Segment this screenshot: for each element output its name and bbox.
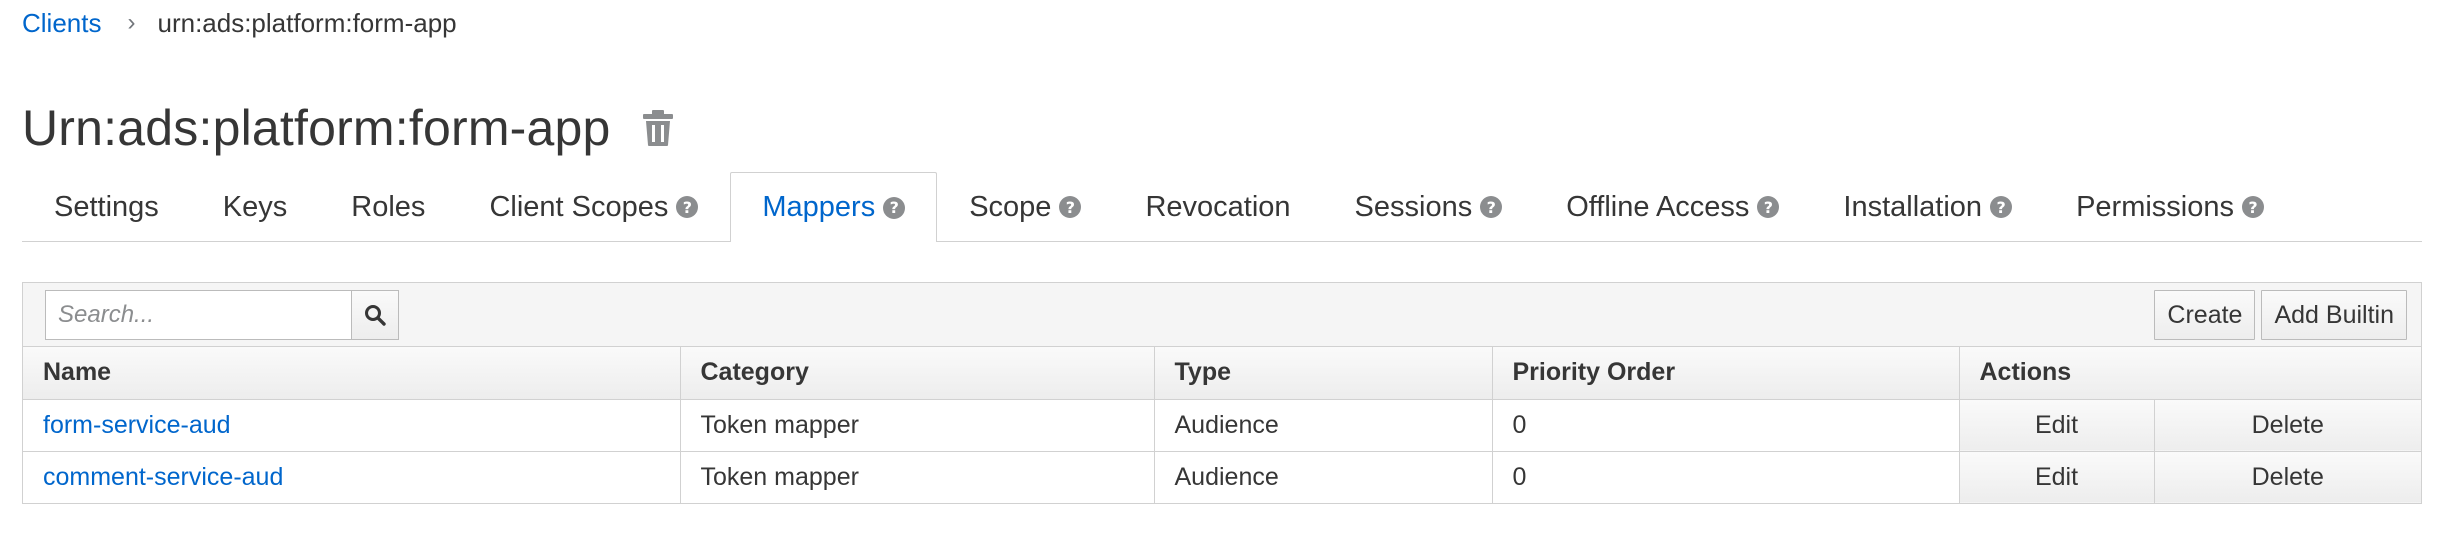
column-header-type[interactable]: Type	[1154, 347, 1493, 400]
tab-scope[interactable]: Scope?	[937, 172, 1113, 241]
tab-permissions[interactable]: Permissions?	[2044, 172, 2296, 241]
edit-button[interactable]: Edit	[1959, 399, 2155, 452]
mapper-name-link[interactable]: comment-service-aud	[43, 463, 283, 491]
tab-roles[interactable]: Roles	[319, 172, 457, 241]
table-row: comment-service-aud Token mapper Audience 0…	[23, 451, 2421, 503]
search-button[interactable]	[351, 290, 399, 340]
priority-cell: 0	[1492, 399, 1960, 452]
help-icon[interactable]: ?	[1059, 196, 1082, 218]
mapper-name-cell: form-service-aud	[23, 399, 681, 452]
help-icon[interactable]: ?	[2242, 196, 2265, 218]
tab-label: Sessions	[1354, 190, 1473, 223]
page: Clients › urn:ads:platform:form-app Urn:…	[0, 0, 2444, 552]
search-group	[45, 290, 399, 340]
tab-sessions[interactable]: Sessions?	[1323, 172, 1535, 241]
type-cell: Audience	[1154, 451, 1493, 503]
toolbar-actions: Create Add Builtin	[2154, 290, 2407, 340]
tab-label: Permissions	[2076, 190, 2235, 223]
help-icon[interactable]: ?	[676, 196, 699, 218]
mappers-panel: Create Add Builtin Name Category Type Pr…	[22, 282, 2422, 504]
trash-icon[interactable]	[641, 109, 675, 147]
tab-bar: Settings Keys Roles Client Scopes? Mappers? S…	[22, 172, 2422, 242]
tab-label: Offline Access	[1566, 190, 1750, 223]
tab-settings[interactable]: Settings	[22, 172, 191, 241]
table-row: form-service-aud Token mapper Audience 0 Edi…	[23, 399, 2421, 452]
search-input[interactable]	[45, 290, 351, 340]
create-button[interactable]: Create	[2154, 290, 2256, 340]
tab-label: Installation	[1843, 190, 1983, 223]
tab-installation[interactable]: Installation?	[1811, 172, 2044, 241]
help-icon[interactable]: ?	[1990, 196, 2013, 218]
tab-revocation[interactable]: Revocation	[1113, 172, 1322, 241]
category-cell: Token mapper	[680, 451, 1155, 503]
tab-keys[interactable]: Keys	[191, 172, 319, 241]
tab-client-scopes[interactable]: Client Scopes?	[457, 172, 730, 241]
table-header-row: Name Category Type Priority Order Action…	[23, 347, 2421, 400]
column-header-name[interactable]: Name	[23, 347, 681, 400]
type-cell: Audience	[1154, 399, 1493, 452]
column-header-priority-order[interactable]: Priority Order	[1492, 347, 1960, 400]
mappers-table: Name Category Type Priority Order Action…	[23, 347, 2421, 503]
tab-label: Scope	[969, 190, 1052, 223]
tab-offline-access[interactable]: Offline Access?	[1534, 172, 1811, 241]
mapper-name-link[interactable]: form-service-aud	[43, 411, 231, 439]
help-icon[interactable]: ?	[1480, 196, 1503, 218]
breadcrumb-current: urn:ads:platform:form-app	[157, 8, 457, 38]
chevron-right-icon: ›	[127, 9, 136, 36]
edit-button[interactable]: Edit	[1959, 451, 2155, 503]
delete-button[interactable]: Delete	[2154, 399, 2421, 452]
search-icon	[365, 305, 386, 326]
tab-label: Revocation	[1145, 190, 1291, 223]
column-header-actions: Actions	[1959, 347, 2421, 400]
page-title: Urn:ads:platform:form-app	[22, 100, 611, 156]
tab-label: Client Scopes	[489, 190, 669, 223]
tab-label: Settings	[54, 190, 159, 223]
help-icon[interactable]: ?	[1757, 196, 1780, 218]
breadcrumb: Clients › urn:ads:platform:form-app	[22, 6, 457, 40]
add-builtin-button[interactable]: Add Builtin	[2261, 290, 2407, 340]
mapper-name-cell: comment-service-aud	[23, 451, 681, 503]
category-cell: Token mapper	[680, 399, 1155, 452]
help-icon[interactable]: ?	[883, 196, 906, 219]
breadcrumb-link-clients[interactable]: Clients	[22, 6, 101, 40]
tab-mappers[interactable]: Mappers?	[730, 172, 938, 242]
column-header-category[interactable]: Category	[680, 347, 1155, 400]
title-row: Urn:ads:platform:form-app	[22, 98, 675, 158]
tab-label: Keys	[222, 190, 288, 223]
priority-cell: 0	[1492, 451, 1960, 503]
table-toolbar: Create Add Builtin	[23, 283, 2421, 347]
tab-label: Roles	[351, 190, 426, 223]
tab-label: Mappers	[762, 191, 876, 223]
delete-button[interactable]: Delete	[2154, 451, 2421, 503]
